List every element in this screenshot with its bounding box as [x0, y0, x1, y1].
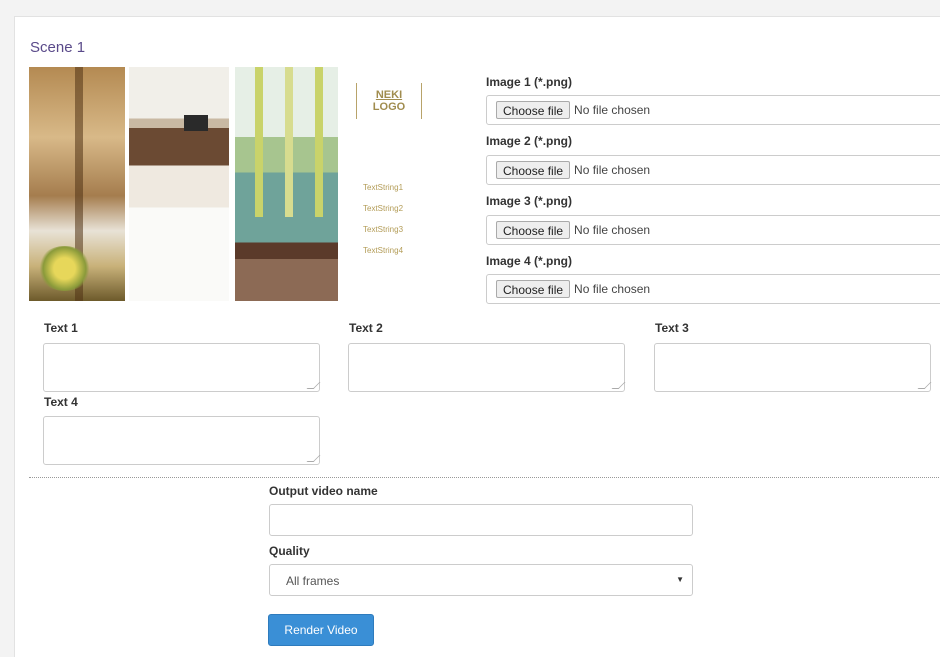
scene-preview: NEKI LOGO TextString1 TextString2 TextSt… [29, 67, 441, 301]
text-string-1: TextString1 [363, 183, 404, 192]
image-4-file-input[interactable]: Choose file No file chosen [486, 274, 940, 304]
preview-logo-area: NEKI LOGO TextString1 TextString2 TextSt… [342, 67, 441, 301]
text-1-textarea[interactable] [43, 343, 320, 392]
quality-label: Quality [269, 544, 310, 558]
quality-selected-value: All frames [286, 574, 340, 588]
logo-line-2: LOGO [372, 101, 406, 113]
text-2-label: Text 2 [349, 321, 383, 335]
image-2-label: Image 2 (*.png) [486, 134, 573, 148]
text-3-label: Text 3 [655, 321, 689, 335]
text-3-textarea[interactable] [654, 343, 931, 392]
image-1-file-input[interactable]: Choose file No file chosen [486, 95, 940, 125]
text-2-textarea[interactable] [348, 343, 625, 392]
text-string-3: TextString3 [363, 225, 404, 234]
preview-photo-2 [129, 67, 229, 301]
scene-panel: Scene 1 NEKI LOGO TextString1 TextString… [14, 16, 940, 657]
image-1-file-status: No file chosen [574, 103, 651, 117]
quality-select[interactable]: All frames ▼ [269, 564, 693, 596]
image-3-file-input[interactable]: Choose file No file chosen [486, 215, 940, 245]
text-string-4: TextString4 [363, 246, 404, 255]
image-4-label: Image 4 (*.png) [486, 254, 573, 268]
image-2-file-input[interactable]: Choose file No file chosen [486, 155, 940, 185]
dropdown-caret-icon: ▼ [676, 575, 684, 584]
image-4-file-status: No file chosen [574, 282, 651, 296]
render-video-button[interactable]: Render Video [268, 614, 374, 646]
image-3-file-status: No file chosen [574, 223, 651, 237]
image-2-file-status: No file chosen [574, 163, 651, 177]
preview-photo-1 [29, 67, 125, 301]
image-2-choose-file-button[interactable]: Choose file [496, 161, 571, 179]
text-string-2: TextString2 [363, 204, 404, 213]
image-3-label: Image 3 (*.png) [486, 194, 573, 208]
image-1-choose-file-button[interactable]: Choose file [496, 101, 571, 119]
text-4-textarea[interactable] [43, 416, 320, 465]
text-4-label: Text 4 [44, 395, 78, 409]
preview-photo-3 [235, 67, 338, 301]
text-1-label: Text 1 [44, 321, 78, 335]
image-3-choose-file-button[interactable]: Choose file [496, 221, 571, 239]
logo: NEKI LOGO [356, 83, 422, 119]
logo-line-1: NEKI [375, 89, 403, 101]
scene-title: Scene 1 [30, 39, 86, 56]
image-1-label: Image 1 (*.png) [486, 75, 573, 89]
image-4-choose-file-button[interactable]: Choose file [496, 280, 571, 298]
output-name-label: Output video name [269, 484, 378, 498]
output-name-input[interactable] [269, 504, 693, 536]
section-divider [29, 477, 940, 478]
